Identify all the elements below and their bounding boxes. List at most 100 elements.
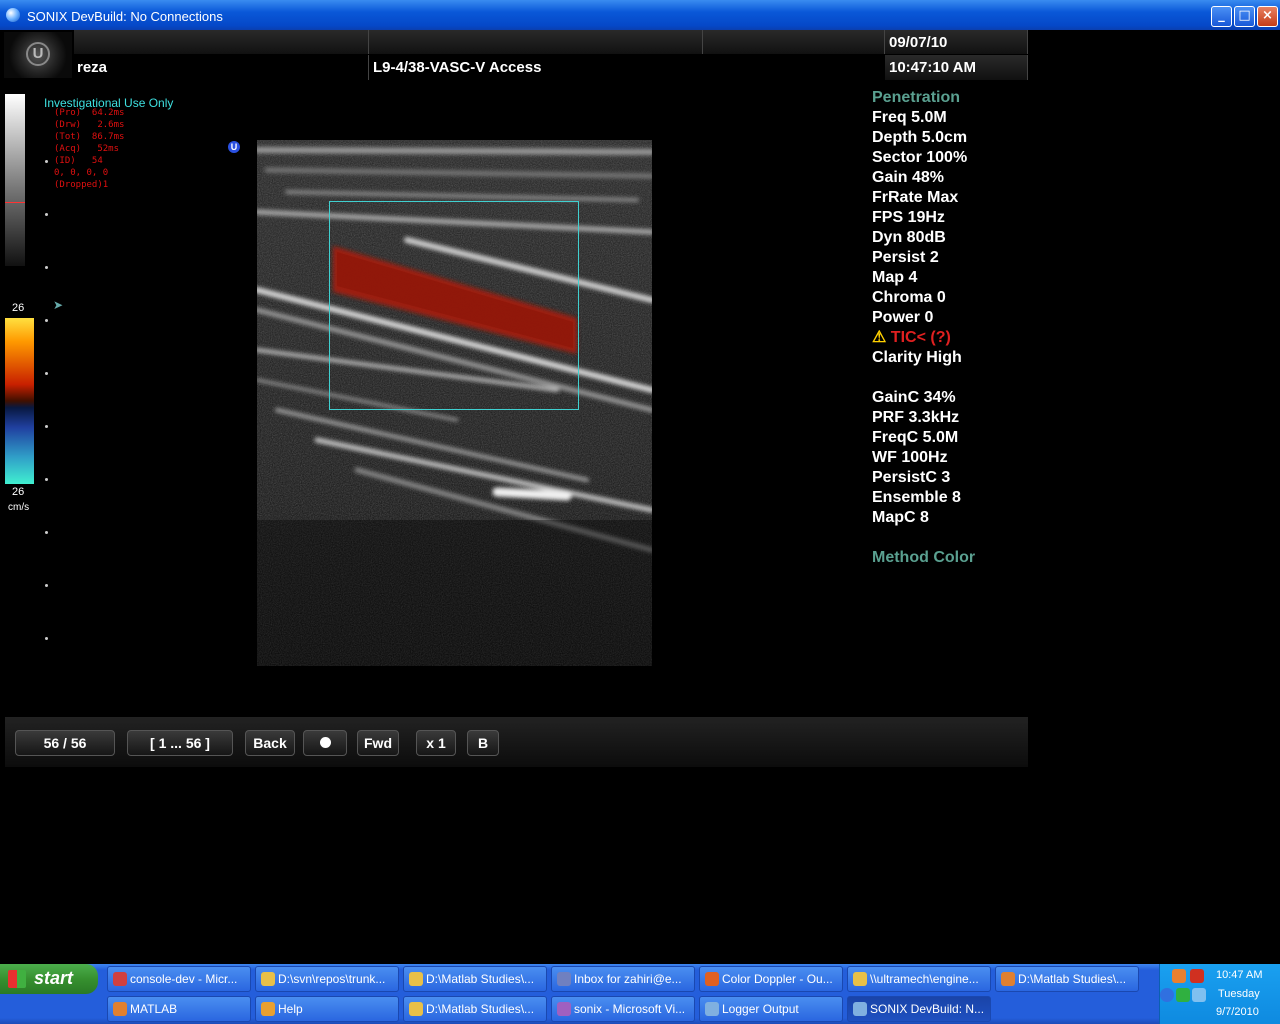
- param-ensemble: Ensemble 8: [872, 489, 961, 506]
- focus-marker-icon: ➤: [53, 298, 64, 312]
- warning-icon: ⚠: [872, 329, 887, 346]
- exam-time: 10:47:10 AM: [889, 59, 976, 76]
- frame-range[interactable]: [ 1 ... 56 ]: [127, 730, 233, 756]
- depth-tick: [45, 584, 48, 587]
- timing-stat-line: (Dropped)1: [54, 180, 109, 190]
- taskbar-app-icon: [113, 1002, 127, 1016]
- forward-button[interactable]: Fwd: [357, 730, 399, 756]
- taskbar-app-icon: [853, 1002, 867, 1016]
- param-dyn: Dyn 80dB: [872, 229, 946, 246]
- taskbar-app-icon: [557, 1002, 571, 1016]
- param-freq: Freq 5.0M: [872, 109, 947, 126]
- app-area: U reza L9-4/38-VASC-V Access 09/07/10 10…: [0, 30, 1280, 964]
- taskbar-app-icon: [853, 972, 867, 986]
- taskbar-button[interactable]: D:\Matlab Studies\...: [403, 966, 547, 992]
- mode-button[interactable]: B: [467, 730, 499, 756]
- param-frrate: FrRate Max: [872, 189, 959, 206]
- taskbar-button[interactable]: Logger Output: [699, 996, 843, 1022]
- taskbar-button[interactable]: D:\Matlab Studies\...: [403, 996, 547, 1022]
- taskbar-app-icon: [261, 972, 275, 986]
- tray-expand-icon[interactable]: [1160, 988, 1174, 1002]
- param-depth: Depth 5.0cm: [872, 129, 968, 146]
- taskbar-app-icon: [1001, 972, 1015, 986]
- taskbar-button[interactable]: Help: [255, 996, 399, 1022]
- maximize-button[interactable]: □: [1234, 6, 1255, 27]
- param-tic: ⚠ TIC< (?): [872, 328, 975, 348]
- depth-tick: [45, 319, 48, 322]
- tray-network-icon[interactable]: [1176, 988, 1190, 1002]
- param-sector: Sector 100%: [872, 149, 968, 166]
- method-title: Method Color: [872, 549, 976, 566]
- taskbar-app-icon: [705, 972, 719, 986]
- color-scale-bottom-label: 26: [12, 486, 25, 498]
- depth-tick: [45, 213, 48, 216]
- taskbar-button[interactable]: SONIX DevBuild: N...: [847, 996, 991, 1022]
- taskbar-button[interactable]: sonix - Microsoft Vi...: [551, 996, 695, 1022]
- depth-tick: [45, 160, 48, 163]
- depth-tick: [45, 425, 48, 428]
- taskbar-button[interactable]: console-dev - Micr...: [107, 966, 251, 992]
- ultrasonix-logo: U: [4, 32, 72, 78]
- color-scale-unit: cm/s: [8, 502, 30, 513]
- header-bar: U reza L9-4/38-VASC-V Access 09/07/10 10…: [0, 30, 1028, 80]
- taskbar-button[interactable]: D:\Matlab Studies\...: [995, 966, 1139, 992]
- param-power: Power 0: [872, 309, 934, 326]
- back-button[interactable]: Back: [245, 730, 295, 756]
- timing-stat-line: 0, 0, 0, 0: [54, 168, 109, 178]
- param-mapc: MapC 8: [872, 509, 929, 526]
- taskbar-app-icon: [409, 972, 423, 986]
- taskbar-button[interactable]: \\ultramech\engine...: [847, 966, 991, 992]
- tray-app-icon[interactable]: [1172, 969, 1186, 983]
- ultrasound-image[interactable]: [257, 140, 652, 666]
- taskbar-button[interactable]: Color Doppler - Ou...: [699, 966, 843, 992]
- tray-user-icon[interactable]: [1192, 988, 1206, 1002]
- cine-control-bar: 56 / 56 [ 1 ... 56 ] Back Fwd x 1 B: [5, 717, 1028, 767]
- frame-counter: 56 / 56: [15, 730, 115, 756]
- ultrasonix-badge: U: [228, 141, 240, 153]
- taskbar-button[interactable]: D:\svn\repos\trunk...: [255, 966, 399, 992]
- clock-time[interactable]: 10:47 AM: [1216, 969, 1262, 981]
- clock-day: Tuesday: [1218, 988, 1260, 1000]
- timing-stat-line: (Acq) 52ms: [54, 144, 120, 154]
- exam-date: 09/07/10: [889, 34, 948, 51]
- minimize-button[interactable]: _: [1211, 6, 1232, 27]
- taskbar-button[interactable]: Inbox for zahiri@e...: [551, 966, 695, 992]
- probe-preset: L9-4/38-VASC-V Access: [373, 59, 542, 76]
- depth-tick: [45, 372, 48, 375]
- tray-security-icon[interactable]: [1190, 969, 1204, 983]
- param-gain: Gain 48%: [872, 169, 945, 186]
- play-button[interactable]: [303, 730, 347, 756]
- color-scale-top-label: 26: [12, 302, 25, 314]
- taskbar-button[interactable]: MATLAB: [107, 996, 251, 1022]
- window-titlebar: SONIX DevBuild: No Connections _ □ ×: [0, 0, 1280, 30]
- param-chroma: Chroma 0: [872, 289, 946, 306]
- tic-label: TIC< (?): [890, 329, 951, 346]
- speed-button[interactable]: x 1: [416, 730, 456, 756]
- record-dot-icon: [319, 737, 331, 748]
- depth-tick: [45, 531, 48, 534]
- windows-logo-icon: [8, 970, 26, 988]
- color-velocity-bar: [5, 318, 34, 484]
- timing-stat-line: (Pro) 64.2ms: [54, 108, 125, 118]
- param-clarity: Clarity High: [872, 349, 962, 366]
- taskbar-app-icon: [557, 972, 571, 986]
- penetration-title: Penetration: [872, 89, 961, 106]
- grayscale-marker: [5, 202, 25, 203]
- taskbar: start console-dev - Micr... D:\svn\repos\…: [0, 964, 1280, 1024]
- close-button[interactable]: ×: [1257, 6, 1278, 27]
- param-persist: Persist 2: [872, 249, 939, 266]
- taskbar-app-icon: [409, 1002, 423, 1016]
- param-wf: WF 100Hz: [872, 449, 948, 466]
- parameters-panel: Penetration Freq 5.0M Depth 5.0cm Sector…: [872, 88, 975, 568]
- param-freqc: FreqC 5.0M: [872, 429, 959, 446]
- taskbar-app-icon: [705, 1002, 719, 1016]
- timing-stat-line: (Drw) 2.6ms: [54, 120, 125, 130]
- param-prf: PRF 3.3kHz: [872, 409, 960, 426]
- app-icon: [6, 8, 20, 22]
- param-map: Map 4: [872, 269, 918, 286]
- start-button[interactable]: start: [0, 964, 98, 994]
- clock-date: 9/7/2010: [1216, 1006, 1259, 1018]
- param-persistc: PersistC 3: [872, 469, 951, 486]
- param-fps: FPS 19Hz: [872, 209, 945, 226]
- depth-tick: [45, 266, 48, 269]
